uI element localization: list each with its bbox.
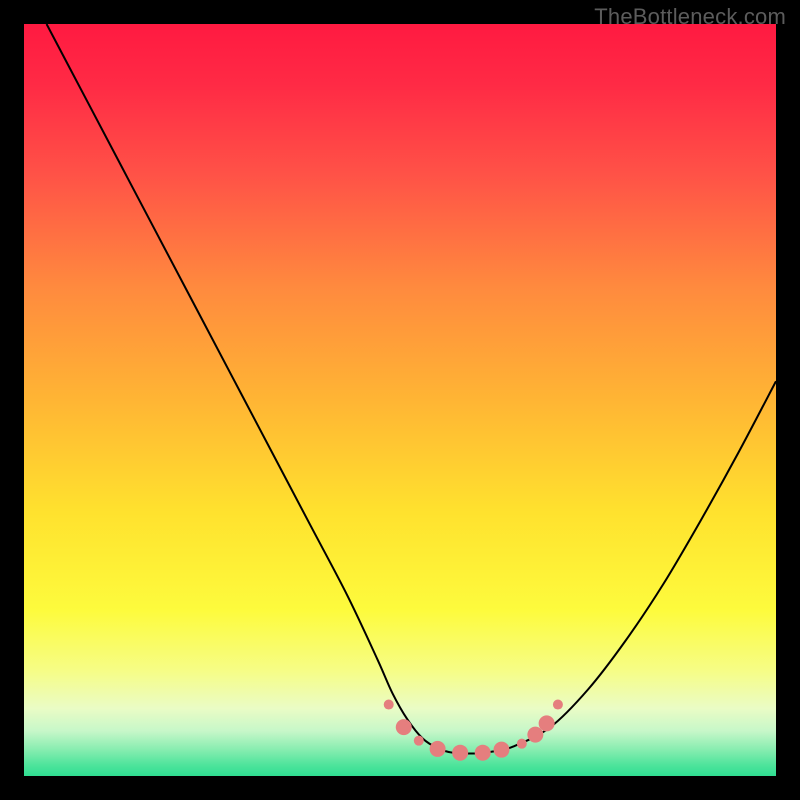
marker-dot: [430, 741, 446, 757]
chart-plot: [24, 24, 776, 776]
marker-dot: [517, 739, 527, 749]
marker-dot: [553, 700, 563, 710]
marker-dot: [414, 736, 424, 746]
marker-dot: [384, 700, 394, 710]
marker-dot: [452, 745, 468, 761]
gradient-background: [24, 24, 776, 776]
marker-dot: [539, 715, 555, 731]
marker-dot: [494, 742, 510, 758]
marker-dot: [527, 727, 543, 743]
marker-dot: [475, 745, 491, 761]
marker-dot: [396, 719, 412, 735]
chart-frame: TheBottleneck.com: [0, 0, 800, 800]
